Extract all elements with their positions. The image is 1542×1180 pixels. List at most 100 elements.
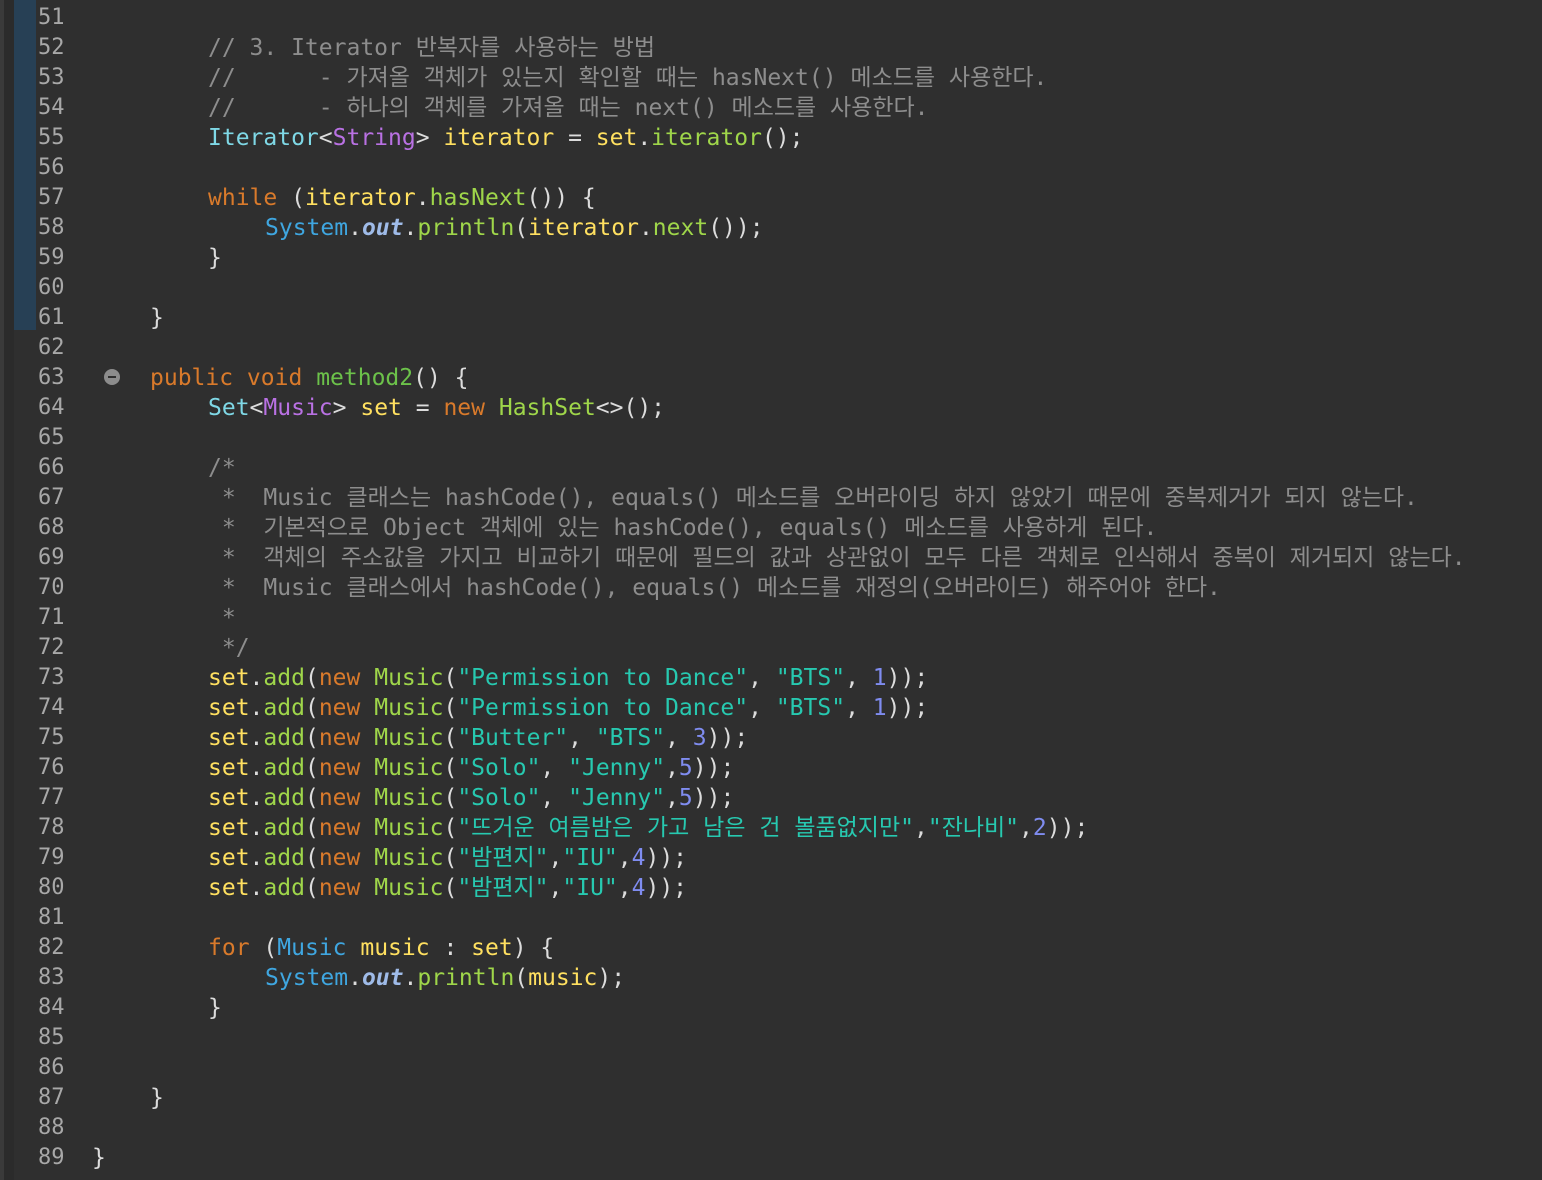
line-number: 66 (38, 455, 65, 480)
code-line: * Music 클래스에서 hashCode(), equals() 메소드를 … (208, 573, 1221, 603)
line-number: 74 (38, 695, 65, 720)
line-number: 60 (38, 275, 65, 300)
line-number: 67 (38, 485, 65, 510)
line-number: 68 (38, 515, 65, 540)
code-line: } (208, 995, 222, 1021)
comment: * Music 클래스에서 hashCode(), equals() 메소드를 … (208, 575, 1221, 601)
line-number: 57 (38, 185, 65, 210)
string-literal: "Permission to Dance" (457, 665, 749, 691)
number-literal: 5 (678, 785, 693, 811)
comment: // - 하나의 객체를 가져올 때는 next() 메소드를 사용한다. (208, 95, 929, 121)
string-literal: "BTS" (775, 665, 846, 691)
code-line: Iterator<String> iterator = set.iterator… (208, 125, 804, 151)
line-number: 63 (38, 365, 65, 390)
line-number: 85 (38, 1025, 65, 1050)
string-literal: "Permission to Dance" (457, 695, 749, 721)
line-number: 77 (38, 785, 65, 810)
code-line: System.out.println(music); (265, 965, 626, 991)
string-literal: "Solo" (457, 755, 541, 781)
string-literal: "뜨거운 여름밤은 가고 남은 건 볼품없지만" (457, 815, 914, 841)
code-line: System.out.println(iterator.next()); (265, 215, 764, 241)
line-number: 56 (38, 155, 65, 180)
line-number: 53 (38, 65, 65, 90)
number-literal: 2 (1032, 815, 1047, 841)
code-line: // - 가져올 객체가 있는지 확인할 때는 hasNext() 메소드를 사… (208, 63, 1047, 93)
line-number: 54 (38, 95, 65, 120)
line-number: 55 (38, 125, 65, 150)
code-line: set.add(new Music("Butter", "BTS", 3)); (208, 725, 749, 751)
line-number: 51 (38, 5, 65, 30)
comment: */ (208, 635, 250, 661)
string-literal: "밤편지" (457, 875, 549, 901)
comment: * 객체의 주소값을 가지고 비교하기 때문에 필드의 값과 상관없이 모두 다… (208, 545, 1466, 571)
line-number: 52 (38, 35, 65, 60)
string-literal: "Butter" (457, 725, 569, 751)
window-edge (0, 0, 4, 1180)
line-number: 65 (38, 425, 65, 450)
code-line: while (iterator.hasNext()) { (208, 185, 596, 211)
code-line: set.add(new Music("Permission to Dance",… (208, 695, 929, 721)
code-line: // 3. Iterator 반복자를 사용하는 방법 (208, 33, 655, 63)
line-number: 87 (38, 1085, 65, 1110)
string-literal: "IU" (562, 875, 618, 901)
code-line: * Music 클래스는 hashCode(), equals() 메소드를 오… (208, 483, 1418, 513)
line-number: 70 (38, 575, 65, 600)
code-line: set.add(new Music("Solo", "Jenny",5)); (208, 785, 735, 811)
code-line: set.add(new Music("Solo", "Jenny",5)); (208, 755, 735, 781)
line-number: 73 (38, 665, 65, 690)
line-number-gutter: 51 52 53 54 55 56 57 58 59 60 61 62 63 6… (36, 0, 120, 1180)
line-number: 58 (38, 215, 65, 240)
code-line: } (92, 1145, 106, 1171)
line-number: 79 (38, 845, 65, 870)
code-line: * (208, 603, 236, 633)
line-number: 69 (38, 545, 65, 570)
code-line: set.add(new Music("뜨거운 여름밤은 가고 남은 건 볼품없지… (208, 815, 1089, 841)
comment: // - 가져올 객체가 있는지 확인할 때는 hasNext() 메소드를 사… (208, 65, 1048, 91)
code-line: set.add(new Music("밤편지","IU",4)); (208, 845, 688, 871)
line-number: 78 (38, 815, 65, 840)
code-line: // - 하나의 객체를 가져올 때는 next() 메소드를 사용한다. (208, 93, 929, 123)
line-number: 81 (38, 905, 65, 930)
number-literal: 4 (631, 845, 646, 871)
string-literal: "밤편지" (457, 845, 549, 871)
line-number: 76 (38, 755, 65, 780)
string-literal: "IU" (562, 845, 618, 871)
line-number: 59 (38, 245, 65, 270)
comment: /* (208, 455, 236, 481)
code-line: } (208, 245, 222, 271)
code-line: } (150, 305, 164, 331)
code-editor[interactable]: // 3. Iterator 반복자를 사용하는 방법 // - 가져올 객체가… (92, 0, 1542, 1180)
line-number: 71 (38, 605, 65, 630)
code-line: Set<Music> set = new HashSet<>(); (208, 395, 666, 421)
number-literal: 3 (692, 725, 707, 751)
comment: * (208, 605, 236, 631)
line-number: 84 (38, 995, 65, 1020)
line-number: 64 (38, 395, 65, 420)
code-line: set.add(new Music("밤편지","IU",4)); (208, 875, 688, 901)
code-line: * 기본적으로 Object 객체에 있는 hashCode(), equals… (208, 513, 1158, 543)
string-literal: "Jenny" (568, 785, 666, 811)
line-number: 83 (38, 965, 65, 990)
line-number: 62 (38, 335, 65, 360)
number-literal: 5 (678, 755, 693, 781)
string-literal: "잔나비" (927, 815, 1020, 841)
code-line: } (150, 1085, 164, 1111)
line-number: 89 (38, 1145, 65, 1170)
comment: // 3. Iterator 반복자를 사용하는 방법 (208, 35, 656, 61)
number-literal: 4 (631, 875, 646, 901)
code-line: * 객체의 주소값을 가지고 비교하기 때문에 필드의 값과 상관없이 모두 다… (208, 543, 1466, 573)
change-indicator-bar (14, 0, 36, 330)
line-number: 80 (38, 875, 65, 900)
string-literal: "BTS" (595, 725, 666, 751)
code-line: set.add(new Music("Permission to Dance",… (208, 665, 929, 691)
line-number: 86 (38, 1055, 65, 1080)
code-line: for (Music music : set) { (208, 935, 555, 961)
code-line: public void method2() { (150, 365, 469, 391)
line-number: 88 (38, 1115, 65, 1140)
code-line: */ (208, 633, 250, 663)
line-number: 72 (38, 635, 65, 660)
string-literal: "BTS" (775, 695, 846, 721)
line-number: 61 (38, 305, 65, 330)
line-number: 82 (38, 935, 65, 960)
line-number: 75 (38, 725, 65, 750)
